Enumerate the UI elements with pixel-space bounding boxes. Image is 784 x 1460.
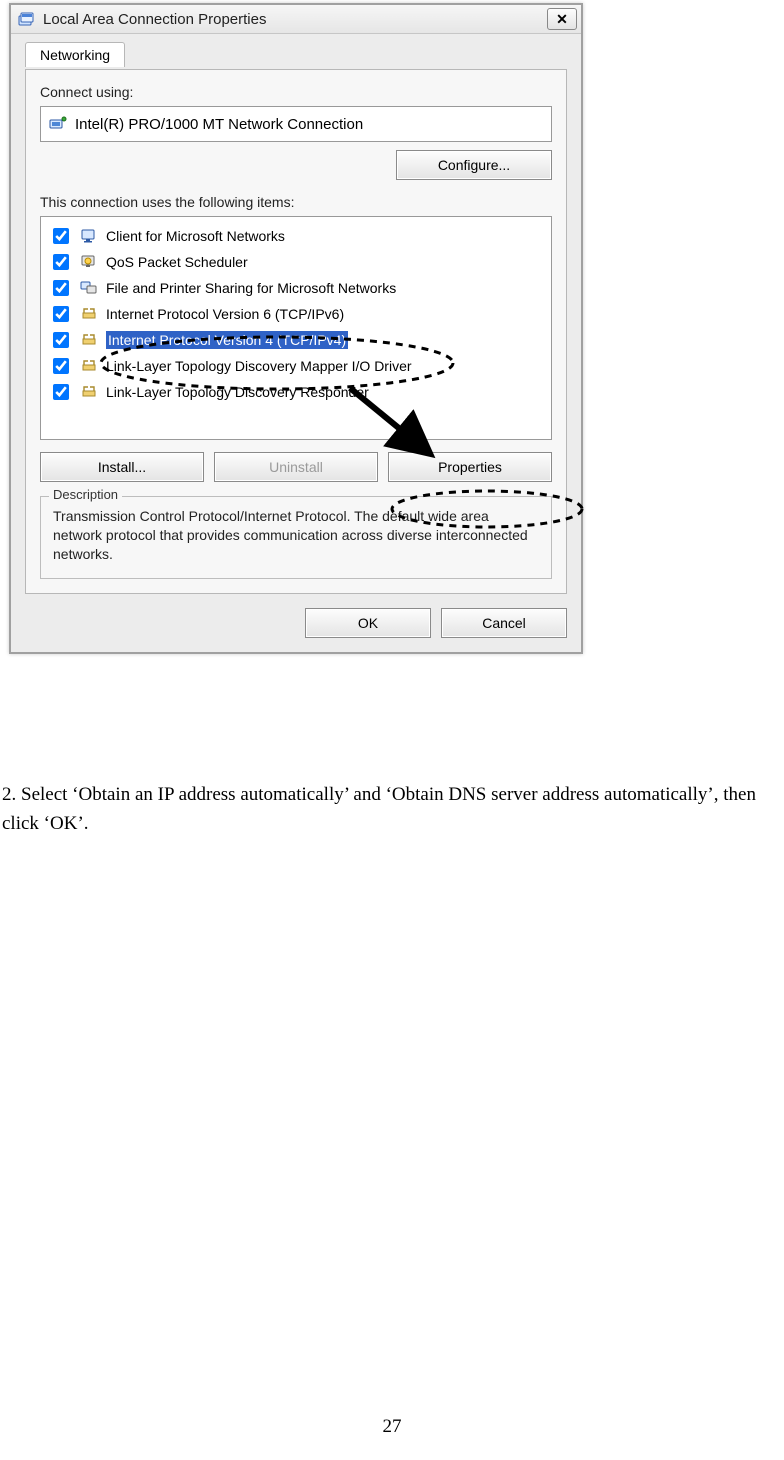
description-legend: Description (49, 487, 122, 502)
list-item[interactable]: Internet Protocol Version 4 (TCP/IPv4) (45, 327, 547, 353)
items-label: This connection uses the following items… (40, 194, 552, 210)
client-icon (80, 227, 98, 245)
item-label: Link-Layer Topology Discovery Responder (106, 384, 369, 400)
window-title: Local Area Connection Properties (43, 11, 547, 28)
proto-icon (80, 331, 98, 349)
item-label: Internet Protocol Version 4 (TCP/IPv4) (106, 331, 348, 349)
list-item[interactable]: Client for Microsoft Networks (45, 223, 547, 249)
item-checkbox[interactable] (53, 254, 69, 270)
item-label: Client for Microsoft Networks (106, 228, 285, 244)
item-checkbox[interactable] (53, 358, 69, 374)
configure-button[interactable]: Configure... (396, 150, 552, 180)
proto-icon (80, 305, 98, 323)
window-icon (17, 9, 37, 29)
item-checkbox[interactable] (53, 280, 69, 296)
qos-icon (80, 253, 98, 271)
adapter-field[interactable]: Intel(R) PRO/1000 MT Network Connection (40, 106, 552, 142)
tab-strip: Networking (25, 42, 567, 70)
title-bar[interactable]: Local Area Connection Properties ✕ (11, 5, 581, 34)
item-label: File and Printer Sharing for Microsoft N… (106, 280, 396, 296)
proto-icon (80, 383, 98, 401)
item-label: Link-Layer Topology Discovery Mapper I/O… (106, 358, 412, 374)
list-item[interactable]: Link-Layer Topology Discovery Responder (45, 379, 547, 405)
connection-items-list[interactable]: Client for Microsoft Networks QoS Packet … (40, 216, 552, 440)
page-number: 27 (0, 1416, 784, 1438)
network-adapter-icon (49, 115, 67, 133)
item-checkbox[interactable] (53, 306, 69, 322)
list-item[interactable]: Internet Protocol Version 6 (TCP/IPv6) (45, 301, 547, 327)
tab-networking[interactable]: Networking (25, 42, 125, 67)
item-checkbox[interactable] (53, 332, 69, 348)
list-item[interactable]: QoS Packet Scheduler (45, 249, 547, 275)
list-item[interactable]: File and Printer Sharing for Microsoft N… (45, 275, 547, 301)
instruction-step-2: 2. Select ‘Obtain an IP address automati… (0, 780, 784, 839)
cancel-button[interactable]: Cancel (441, 608, 567, 638)
proto-icon (80, 357, 98, 375)
list-item[interactable]: Link-Layer Topology Discovery Mapper I/O… (45, 353, 547, 379)
item-checkbox[interactable] (53, 384, 69, 400)
install-button[interactable]: Install... (40, 452, 204, 482)
dialog-body: Networking Connect using: Intel(R) PRO/1… (11, 42, 581, 652)
connect-using-label: Connect using: (40, 84, 552, 100)
item-label: Internet Protocol Version 6 (TCP/IPv6) (106, 306, 344, 322)
uninstall-button: Uninstall (214, 452, 378, 482)
item-checkbox[interactable] (53, 228, 69, 244)
fps-icon (80, 279, 98, 297)
properties-button[interactable]: Properties (388, 452, 552, 482)
properties-dialog: Local Area Connection Properties ✕ Netwo… (9, 3, 583, 654)
close-icon: ✕ (556, 11, 568, 28)
description-group: Description Transmission Control Protoco… (40, 496, 552, 579)
item-label: QoS Packet Scheduler (106, 254, 248, 270)
close-button[interactable]: ✕ (547, 8, 577, 30)
tab-page-networking: Connect using: Intel(R) PRO/1000 MT Netw… (25, 69, 567, 594)
description-text: Transmission Control Protocol/Internet P… (53, 507, 539, 564)
adapter-name: Intel(R) PRO/1000 MT Network Connection (75, 116, 363, 133)
ok-button[interactable]: OK (305, 608, 431, 638)
